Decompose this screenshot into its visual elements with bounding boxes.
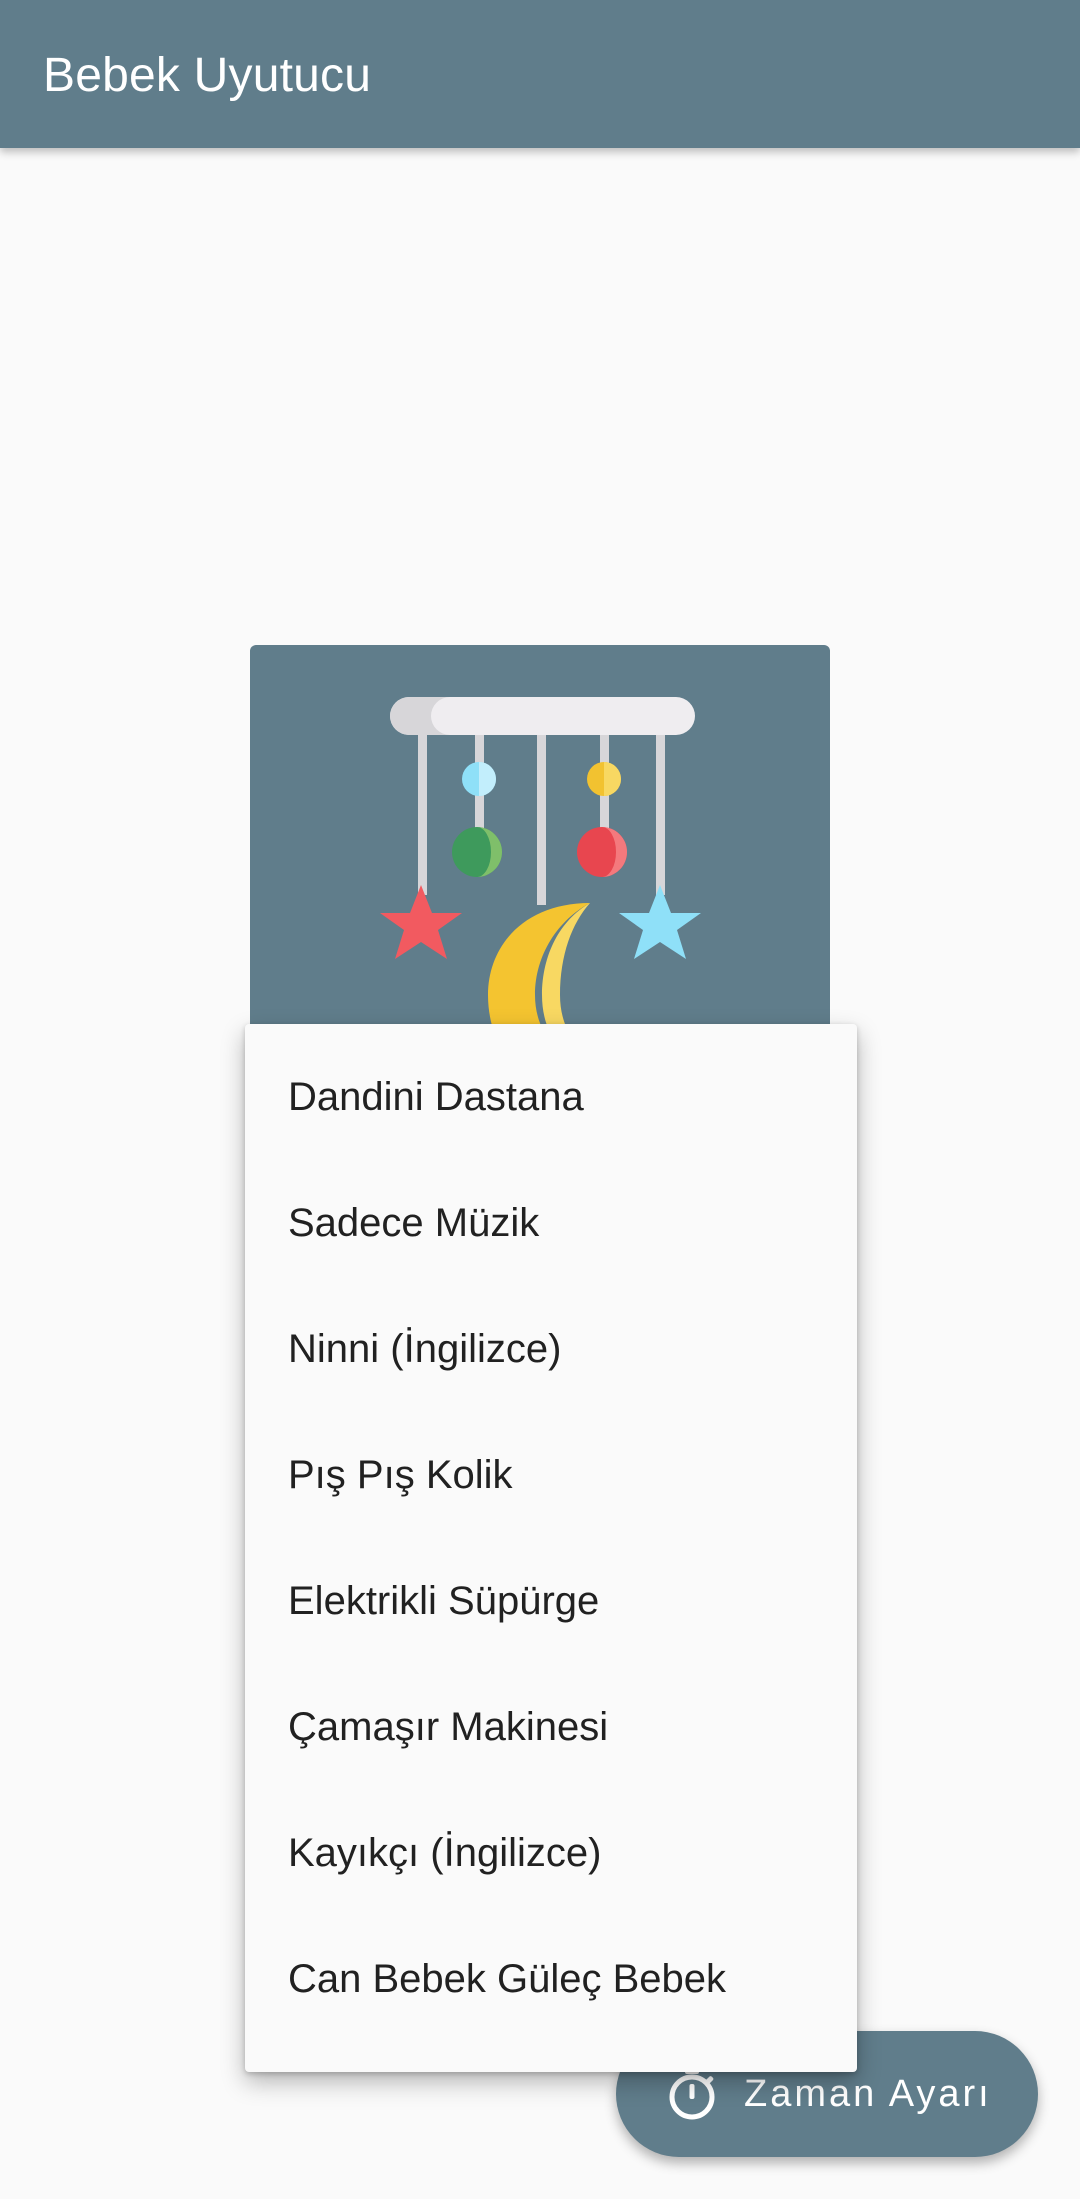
app-title: Bebek Uyutucu xyxy=(43,49,372,102)
menu-item-pis-pis-kolik[interactable]: Pış Pış Kolik xyxy=(245,1412,857,1538)
app-bar: Bebek Uyutucu xyxy=(0,0,1080,148)
menu-item-elektrikli-supurge[interactable]: Elektrikli Süpürge xyxy=(245,1538,857,1664)
menu-item-camasir-makinesi[interactable]: Çamaşır Makinesi xyxy=(245,1664,857,1790)
dropdown-menu: Dandini Dastana Sadece Müzik Ninni (İngi… xyxy=(245,1024,857,2072)
timer-icon xyxy=(664,2066,720,2122)
timer-settings-label: Zaman Ayarı xyxy=(744,2072,992,2115)
baby-crib-mobile-icon xyxy=(380,697,701,1065)
menu-item-dandini-dastana[interactable]: Dandini Dastana xyxy=(245,1034,857,1160)
menu-item-ninni-ingilizce[interactable]: Ninni (İngilizce) xyxy=(245,1286,857,1412)
baby-mobile-image xyxy=(250,645,830,1065)
menu-item-kayikci-ingilizce[interactable]: Kayıkçı (İngilizce) xyxy=(245,1790,857,1916)
menu-item-can-bebek-gulec-bebek[interactable]: Can Bebek Güleç Bebek xyxy=(245,1916,857,2042)
menu-item-sadece-muzik[interactable]: Sadece Müzik xyxy=(245,1160,857,1286)
